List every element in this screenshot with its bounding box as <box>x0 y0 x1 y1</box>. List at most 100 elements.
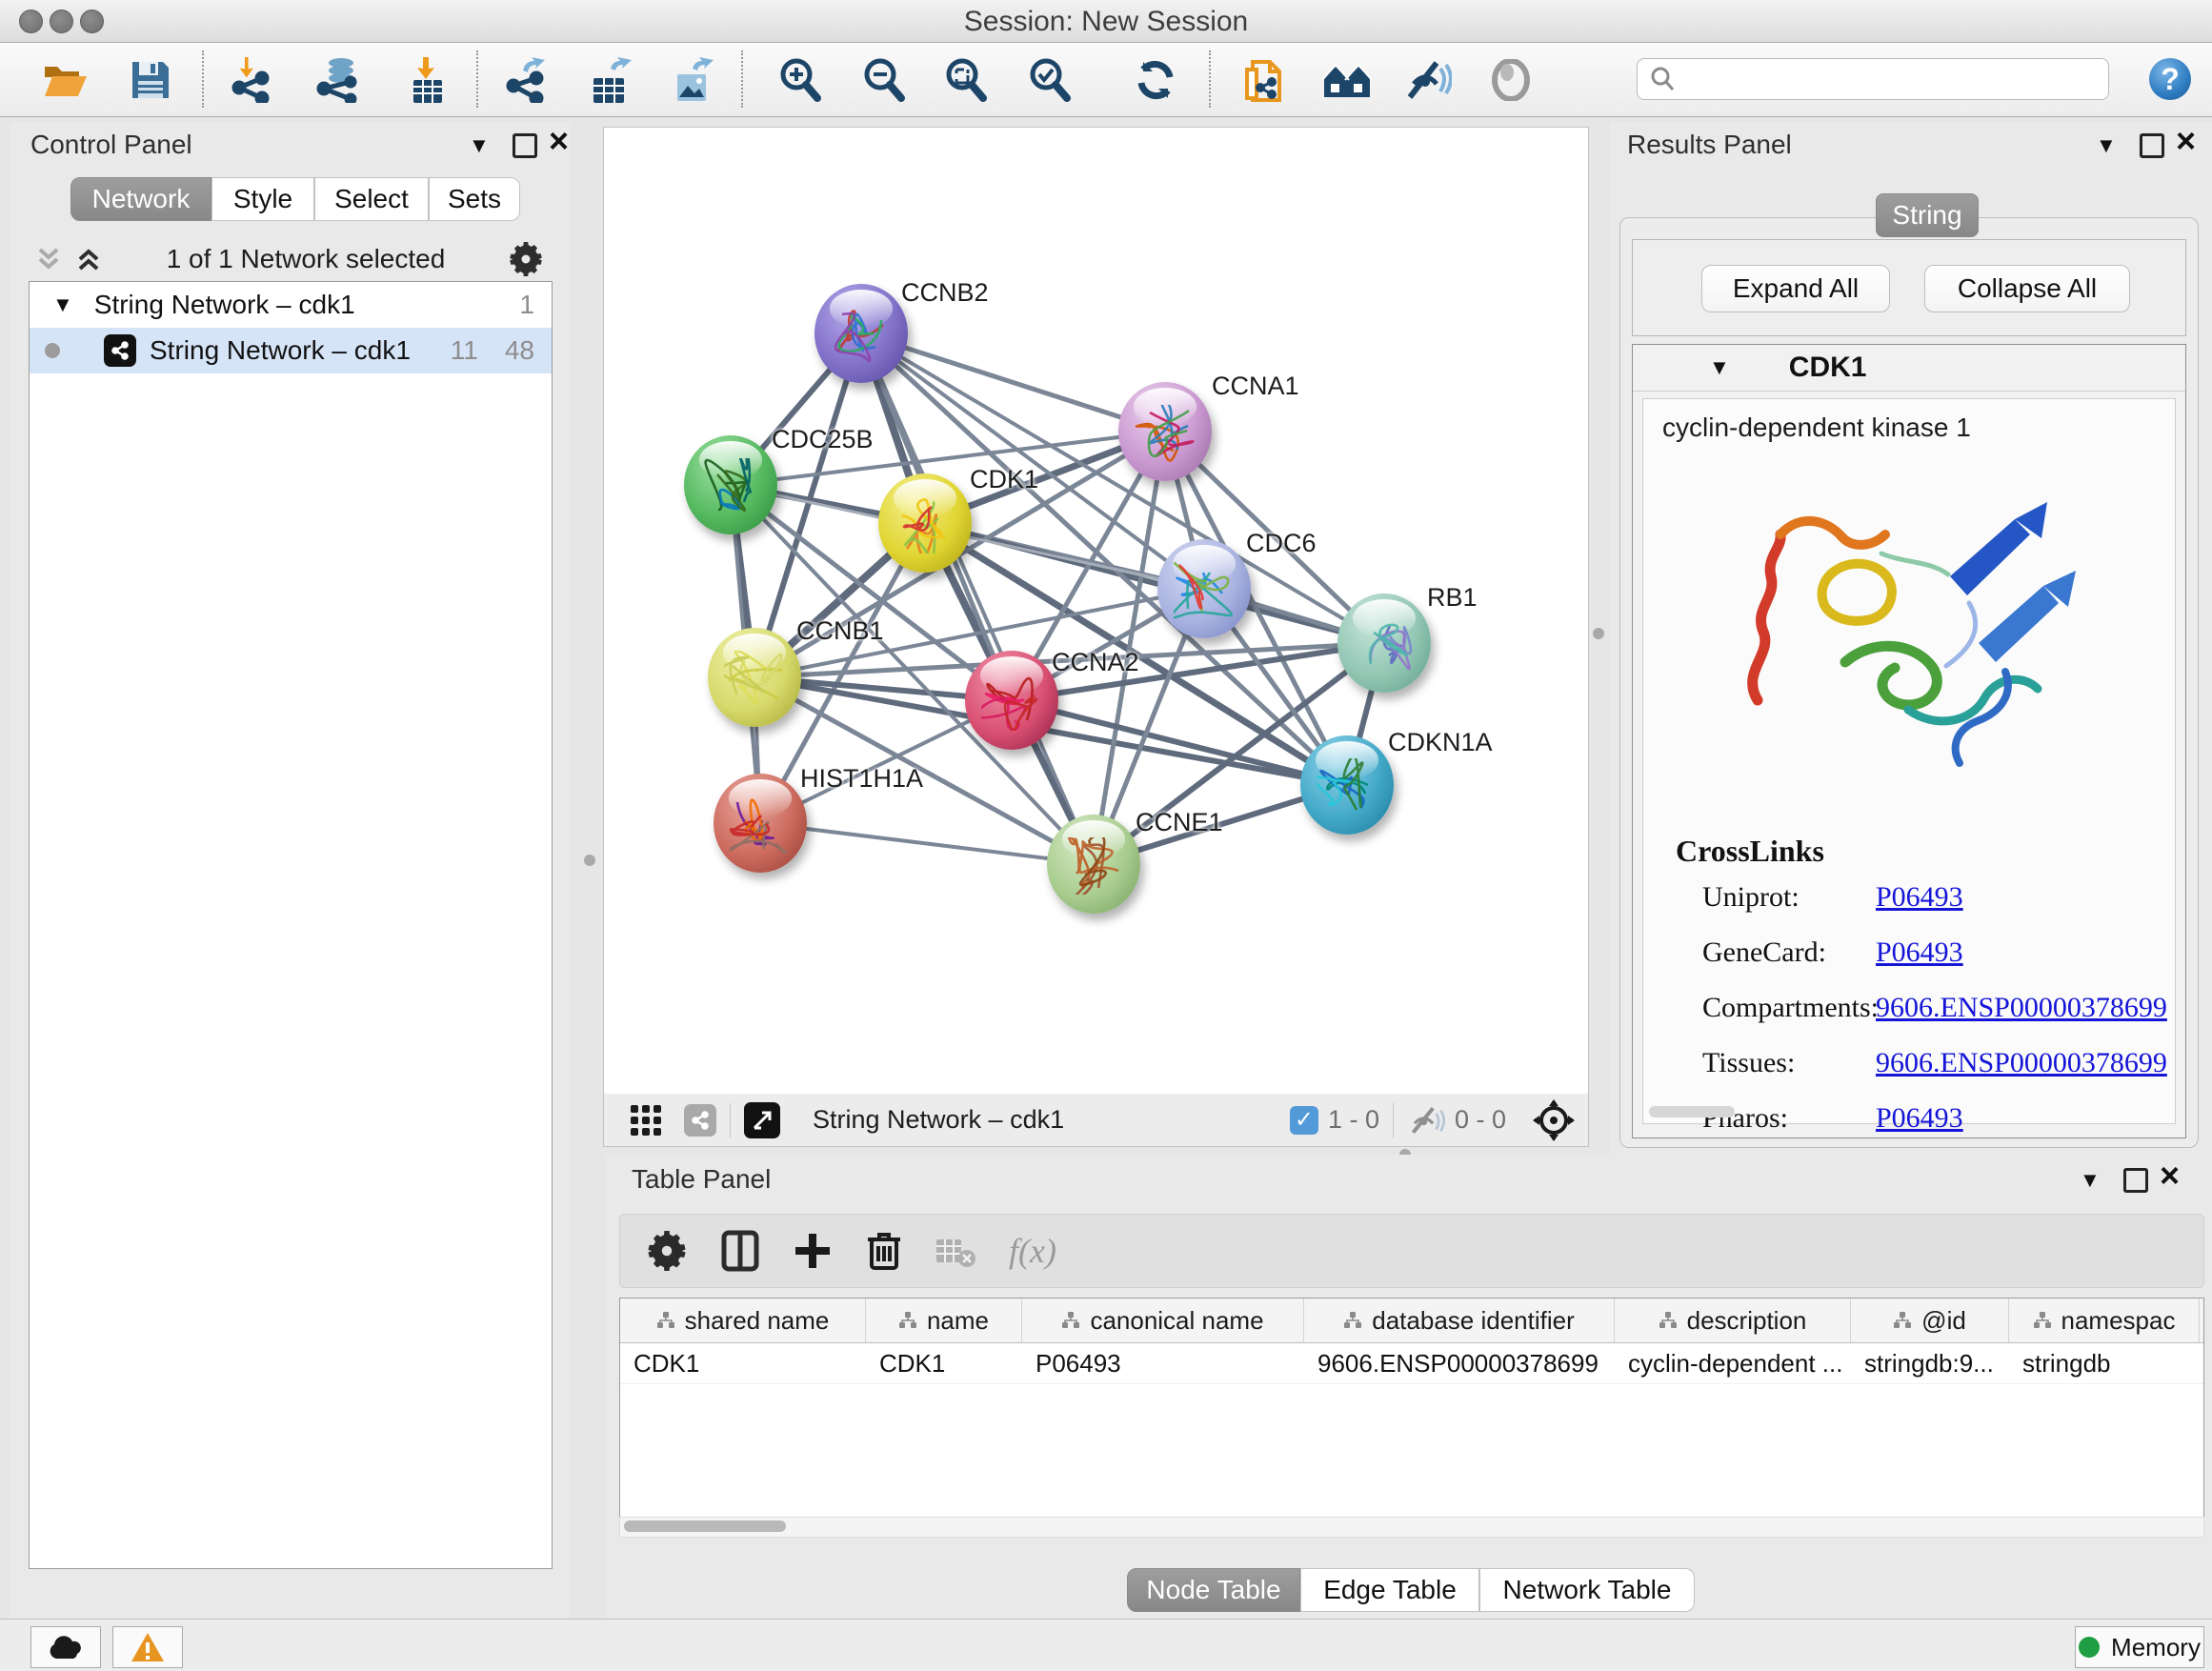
protein-node-ccnb2[interactable] <box>814 284 908 383</box>
delete-column-icon[interactable] <box>866 1230 902 1272</box>
tab-network-table[interactable]: Network Table <box>1479 1568 1695 1612</box>
protein-node-rb1[interactable] <box>1337 594 1431 693</box>
crosslink-value-link[interactable]: P06493 <box>1876 1102 1963 1135</box>
export-table-button[interactable] <box>584 54 635 106</box>
export-network-button[interactable] <box>500 54 552 106</box>
import-network-button[interactable] <box>226 54 277 106</box>
show-panel-button[interactable] <box>1485 54 1537 106</box>
protein-node-hist1h1a[interactable] <box>714 774 807 873</box>
column-header-label: canonical name <box>1090 1306 1263 1336</box>
collection-expander-icon[interactable]: ▼ <box>52 292 73 317</box>
table-options-gear-icon[interactable] <box>647 1231 687 1271</box>
control-panel-float-icon[interactable] <box>513 133 537 158</box>
protein-node-cdc25b[interactable] <box>684 435 777 534</box>
zoom-in-button[interactable] <box>774 54 826 106</box>
import-table-button[interactable] <box>401 54 452 106</box>
tab-node-table[interactable]: Node Table <box>1127 1568 1300 1612</box>
table-cell[interactable]: cyclin-dependent ... <box>1615 1343 1851 1383</box>
warnings-button[interactable] <box>112 1626 183 1668</box>
column-header-name[interactable]: name <box>866 1299 1022 1342</box>
open-in-new-window-icon[interactable] <box>744 1102 780 1138</box>
tab-string[interactable]: String <box>1876 193 1979 237</box>
hide-results-button[interactable] <box>1402 54 1454 106</box>
network-view-share-icon[interactable] <box>684 1104 716 1137</box>
help-button[interactable]: ? <box>2149 58 2191 100</box>
grid-view-icon[interactable] <box>629 1103 663 1137</box>
control-panel-close-icon[interactable]: × <box>549 131 569 151</box>
protein-node-ccne1[interactable] <box>1047 815 1140 914</box>
add-column-icon[interactable] <box>794 1232 832 1270</box>
birds-eye-navigator-icon[interactable] <box>1533 1099 1575 1141</box>
selected-checkbox-icon[interactable]: ✓ <box>1290 1106 1318 1135</box>
collapse-all-button[interactable]: Collapse All <box>1924 265 2130 312</box>
tab-sets[interactable]: Sets <box>429 177 520 221</box>
open-session-button[interactable] <box>39 54 90 106</box>
import-network-from-database-button[interactable] <box>313 54 365 106</box>
network-options-gear-icon[interactable] <box>509 242 543 276</box>
tab-select[interactable]: Select <box>314 177 429 221</box>
expand-all-button[interactable]: Expand All <box>1701 265 1890 312</box>
column-header-canonical-name[interactable]: canonical name <box>1022 1299 1304 1342</box>
protein-node-ccnb1[interactable] <box>708 628 801 727</box>
zoom-fit-button[interactable] <box>940 54 992 106</box>
refresh-button[interactable] <box>1130 54 1181 106</box>
crosslink-value-link[interactable]: 9606.ENSP00000378699 <box>1876 1047 2167 1079</box>
gene-section-header[interactable]: ▼ CDK1 <box>1633 345 2185 392</box>
control-panel-menu-icon[interactable]: ▼ <box>469 133 490 158</box>
show-columns-icon[interactable] <box>721 1230 759 1272</box>
crosslink-value-link[interactable]: P06493 <box>1876 936 1963 969</box>
tab-network[interactable]: Network <box>70 177 211 221</box>
toolbar-search-box[interactable] <box>1637 58 2109 100</box>
save-session-button[interactable] <box>125 54 176 106</box>
right-splitter-handle[interactable] <box>1593 628 1604 639</box>
network-canvas[interactable]: CCNB2CCNA1CDC25BCDK1CDC6RB1CCNB1CCNA2CDK… <box>603 127 1589 1096</box>
network-collection-row[interactable]: ▼ String Network – cdk1 1 <box>30 282 552 328</box>
table-panel-close-icon[interactable]: × <box>2160 1166 2180 1185</box>
tab-style[interactable]: Style <box>211 177 314 221</box>
string-home-button[interactable] <box>1321 54 1373 106</box>
protein-structure-thumbnail <box>724 651 785 708</box>
export-image-button[interactable] <box>666 54 717 106</box>
left-splitter-handle[interactable] <box>584 855 595 866</box>
table-cell[interactable]: P06493 <box>1022 1343 1304 1383</box>
protein-node-cdk1[interactable] <box>878 473 972 573</box>
protein-node-ccna2[interactable] <box>965 651 1058 750</box>
column-header--id[interactable]: @id <box>1851 1299 2009 1342</box>
search-input[interactable] <box>1676 64 2108 95</box>
crosslink-value-link[interactable]: 9606.ENSP00000378699 <box>1876 992 2167 1024</box>
share-file-button[interactable] <box>1240 54 1292 106</box>
attribute-icon <box>1659 1311 1678 1330</box>
results-hscroll-thumb[interactable] <box>1649 1106 1735 1117</box>
table-cell[interactable]: 9606.ENSP00000378699 <box>1304 1343 1615 1383</box>
network-row[interactable]: String Network – cdk1 11 48 <box>30 328 552 373</box>
zoom-out-button[interactable] <box>858 54 910 106</box>
protein-node-ccna1[interactable] <box>1118 382 1212 481</box>
results-panel-close-icon[interactable]: × <box>2176 131 2196 151</box>
node-label: CDC6 <box>1246 529 1317 558</box>
results-panel-float-icon[interactable] <box>2140 133 2164 158</box>
results-panel-menu-icon[interactable]: ▼ <box>2096 133 2117 158</box>
tab-edge-table[interactable]: Edge Table <box>1300 1568 1479 1612</box>
table-panel-menu-icon[interactable]: ▼ <box>2080 1168 2101 1193</box>
table-cell[interactable]: CDK1 <box>620 1343 866 1383</box>
column-header-description[interactable]: description <box>1615 1299 1851 1342</box>
protein-node-cdc6[interactable] <box>1157 539 1251 638</box>
memory-button[interactable]: Memory <box>2075 1626 2204 1668</box>
protein-node-cdkn1a[interactable] <box>1300 735 1394 835</box>
table-cell[interactable]: CDK1 <box>866 1343 1022 1383</box>
expand-all-chevron-icon[interactable] <box>74 246 103 272</box>
column-header-namespac[interactable]: namespac <box>2009 1299 2200 1342</box>
table-hscroll-thumb[interactable] <box>624 1520 786 1532</box>
column-header-shared-name[interactable]: shared name <box>620 1299 866 1342</box>
collapse-all-chevron-icon[interactable] <box>34 246 63 272</box>
crosslink-value-link[interactable]: P06493 <box>1876 881 1963 914</box>
cloud-status-button[interactable] <box>30 1626 101 1668</box>
table-cell[interactable]: stringdb:9... <box>1851 1343 2009 1383</box>
table-panel-float-icon[interactable] <box>2123 1168 2148 1193</box>
table-row[interactable]: CDK1CDK1P064939606.ENSP00000378699cyclin… <box>620 1343 2203 1384</box>
table-hscrollbar[interactable] <box>619 1517 2204 1538</box>
zoom-selected-button[interactable] <box>1024 54 1076 106</box>
table-cell[interactable]: stringdb <box>2009 1343 2200 1383</box>
gene-expander-icon[interactable]: ▼ <box>1709 355 1730 380</box>
column-header-database-identifier[interactable]: database identifier <box>1304 1299 1615 1342</box>
